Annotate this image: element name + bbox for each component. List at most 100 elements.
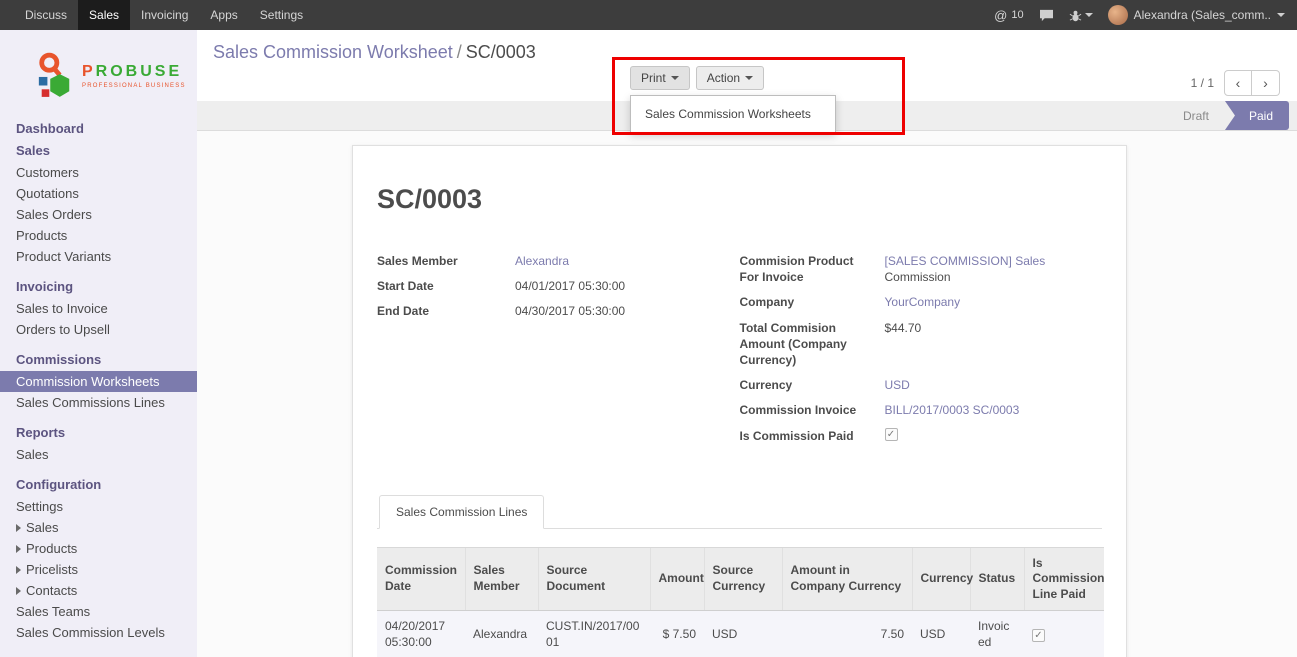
cell-source: CUST.IN/2017/0001 xyxy=(538,611,650,657)
sidebar-item-product-variants[interactable]: Product Variants xyxy=(0,246,197,267)
sidebar-item-sales-commission-levels[interactable]: Sales Commission Levels xyxy=(0,622,197,643)
currency-link[interactable]: USD xyxy=(885,378,910,392)
print-button[interactable]: Print xyxy=(630,66,690,90)
col-sales-member: Sales Member xyxy=(465,547,538,611)
topbar-right: @ 10 Alexandra (Sales_comm.. xyxy=(994,0,1297,30)
breadcrumb-parent-link[interactable]: Sales Commission Worksheet xyxy=(213,42,453,62)
sidebar-item-customers[interactable]: Customers xyxy=(0,162,197,183)
sidebar-section-commissions[interactable]: Commissions xyxy=(0,349,197,371)
cell-paid: ✓ xyxy=(1024,611,1104,657)
commission-product-link[interactable]: [SALES COMMISSION] Sales xyxy=(885,254,1046,268)
field-sales-member: Sales Member Alexandra xyxy=(377,253,740,269)
col-currency: Currency xyxy=(912,547,970,611)
start-date-value: 04/01/2017 05:30:00 xyxy=(515,278,625,294)
tab-sales-commission-lines[interactable]: Sales Commission Lines xyxy=(379,495,544,529)
sidebar-item-quotations[interactable]: Quotations xyxy=(0,183,197,204)
field-total-commission: Total Commision Amount (Company Currency… xyxy=(740,320,1103,369)
field-label: Commision Product For Invoice xyxy=(740,253,885,285)
company-link[interactable]: YourCompany xyxy=(885,295,961,309)
menu-sales[interactable]: Sales xyxy=(78,0,130,30)
caret-down-icon xyxy=(671,76,679,80)
col-status: Status xyxy=(970,547,1024,611)
logo-text: PROBUSE PROFESSIONAL BUSINESS xyxy=(82,63,186,89)
sidebar-section-invoicing[interactable]: Invoicing xyxy=(0,276,197,298)
col-amount: Amount xyxy=(650,547,704,611)
sidebar-section-reports[interactable]: Reports xyxy=(0,422,197,444)
sidebar-item-label: Pricelists xyxy=(26,562,78,577)
sidebar-item-settings[interactable]: Settings xyxy=(0,496,197,517)
end-date-value: 04/30/2017 05:30:00 xyxy=(515,303,625,319)
sidebar-item-sales-teams[interactable]: Sales Teams xyxy=(0,601,197,622)
caret-right-icon xyxy=(16,524,21,532)
sidebar-item-dashboard[interactable]: Dashboard xyxy=(0,118,197,140)
sidebar-item-sales-commissions-lines[interactable]: Sales Commissions Lines xyxy=(0,392,197,413)
field-currency: Currency USD xyxy=(740,377,1103,393)
commission-invoice-link[interactable]: BILL/2017/0003 SC/0003 xyxy=(885,403,1020,417)
is-commission-paid-checkbox[interactable]: ✓ xyxy=(885,428,898,441)
sidebar-section-sales[interactable]: Sales xyxy=(0,140,197,162)
record-title: SC/0003 xyxy=(377,184,1102,215)
sidebar-item-config-products[interactable]: Products xyxy=(0,538,197,559)
field-commission-product: Commision Product For Invoice [SALES COM… xyxy=(740,253,1103,285)
pager-count: 1 / 1 xyxy=(1191,76,1214,90)
field-label: End Date xyxy=(377,303,515,319)
sidebar-item-products[interactable]: Products xyxy=(0,225,197,246)
field-groups: Sales Member Alexandra Start Date 04/01/… xyxy=(377,253,1102,453)
caret-right-icon xyxy=(16,566,21,574)
pager-previous-button[interactable]: ‹ xyxy=(1224,70,1252,96)
sidebar-item-commission-worksheets[interactable]: Commission Worksheets xyxy=(0,371,197,392)
sidebar-item-sales-orders[interactable]: Sales Orders xyxy=(0,204,197,225)
line-paid-checkbox[interactable]: ✓ xyxy=(1032,629,1045,642)
messages-button[interactable] xyxy=(1039,9,1054,22)
developer-mode-button[interactable] xyxy=(1069,9,1093,22)
cell-company-amount: 7.50 xyxy=(782,611,912,657)
sidebar-item-sales-to-invoice[interactable]: Sales to Invoice xyxy=(0,298,197,319)
sidebar-item-reports-sales[interactable]: Sales xyxy=(0,444,197,465)
user-menu[interactable]: Alexandra (Sales_comm.. xyxy=(1108,5,1285,25)
probuse-logo[interactable]: PROBUSE PROFESSIONAL BUSINESS xyxy=(0,30,197,118)
status-draft[interactable]: Draft xyxy=(1167,101,1225,130)
chat-bubble-icon xyxy=(1039,9,1054,22)
sales-member-link[interactable]: Alexandra xyxy=(515,254,569,268)
col-is-commission-line-paid: Is Commission Line Paid xyxy=(1024,547,1104,611)
breadcrumb-separator: / xyxy=(453,42,466,62)
cell-status: Invoiced xyxy=(970,611,1024,657)
commission-lines-table: Commission Date Sales Member Source Docu… xyxy=(377,547,1104,657)
at-icon: @ xyxy=(994,8,1007,23)
chevron-left-icon: ‹ xyxy=(1236,75,1241,91)
field-label: Sales Member xyxy=(377,253,515,269)
sidebar-item-config-sales[interactable]: Sales xyxy=(0,517,197,538)
print-button-label: Print xyxy=(641,71,666,85)
status-paid[interactable]: Paid xyxy=(1225,101,1289,130)
field-label: Start Date xyxy=(377,278,515,294)
app-window: Discuss Sales Invoicing Apps Settings @ … xyxy=(0,0,1297,657)
mentions-indicator[interactable]: @ 10 xyxy=(994,8,1023,23)
sidebar-section-configuration[interactable]: Configuration xyxy=(0,474,197,496)
sidebar-item-orders-to-upsell[interactable]: Orders to Upsell xyxy=(0,319,197,340)
sidebar-nav: Dashboard Sales Customers Quotations Sal… xyxy=(0,118,197,643)
form-area: SC/0003 Sales Member Alexandra Start Dat… xyxy=(197,131,1297,657)
cell-amount: $ 7.50 xyxy=(650,611,704,657)
table-row[interactable]: 04/20/2017 05:30:00 Alexandra CUST.IN/20… xyxy=(377,611,1104,657)
cell-date: 04/20/2017 05:30:00 xyxy=(377,611,465,657)
col-commission-date: Commission Date xyxy=(377,547,465,611)
sidebar-item-config-contacts[interactable]: Contacts xyxy=(0,580,197,601)
menu-invoicing[interactable]: Invoicing xyxy=(130,0,199,30)
menu-apps[interactable]: Apps xyxy=(199,0,248,30)
dropdown-item-sales-commission-worksheets[interactable]: Sales Commission Worksheets xyxy=(631,101,835,127)
main-panel: Sales Commission Worksheet/ SC/0003 1 / 1… xyxy=(197,30,1297,657)
action-button[interactable]: Action xyxy=(696,66,764,90)
col-amount-company-currency: Amount in Company Currency xyxy=(782,547,912,611)
total-commission-value: $44.70 xyxy=(885,320,922,336)
field-label: Commission Invoice xyxy=(740,402,885,418)
mention-count: 10 xyxy=(1011,9,1023,21)
menu-settings[interactable]: Settings xyxy=(249,0,314,30)
table-header-row: Commission Date Sales Member Source Docu… xyxy=(377,547,1104,611)
probuse-logo-icon xyxy=(36,50,74,102)
form-sheet: SC/0003 Sales Member Alexandra Start Dat… xyxy=(352,145,1127,657)
pager-next-button[interactable]: › xyxy=(1252,70,1280,96)
menu-discuss[interactable]: Discuss xyxy=(14,0,78,30)
cell-member: Alexandra xyxy=(465,611,538,657)
logo-subtitle: PROFESSIONAL BUSINESS xyxy=(82,83,186,89)
sidebar-item-config-pricelists[interactable]: Pricelists xyxy=(0,559,197,580)
